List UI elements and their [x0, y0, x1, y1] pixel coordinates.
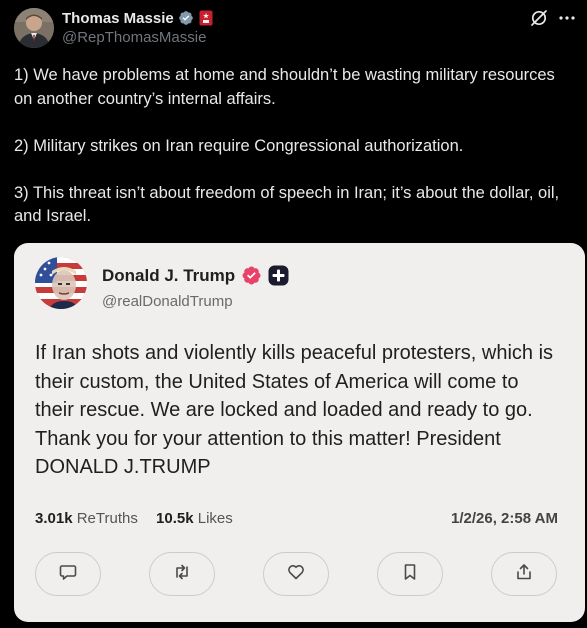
quoted-author-name[interactable]: Donald J. Trump: [102, 266, 235, 286]
retruth-button[interactable]: [149, 552, 215, 596]
retruths-stat[interactable]: 3.01k ReTruths: [35, 510, 138, 527]
quoted-author-handle[interactable]: @realDonaldTrump: [102, 293, 233, 310]
author-name-row: Thomas Massie: [62, 8, 213, 28]
tweet-text: 1) We have problems at home and shouldn’…: [14, 64, 574, 252]
truth-verified-badge-icon: [241, 265, 262, 286]
share-icon: [514, 562, 534, 587]
reply-button[interactable]: [35, 552, 101, 596]
retruth-icon: [172, 562, 192, 587]
author-name[interactable]: Thomas Massie: [62, 10, 174, 27]
quoted-name-row: Donald J. Trump: [102, 265, 289, 286]
retruths-label: ReTruths: [76, 510, 138, 527]
top-icons: [521, 8, 577, 28]
reply-icon: [58, 562, 78, 587]
verified-badge-icon: [178, 10, 194, 26]
author-avatar[interactable]: [14, 8, 54, 48]
likes-count: 10.5k: [156, 510, 194, 527]
quoted-date[interactable]: 1/2/26, 2:58 AM: [451, 510, 558, 527]
quoted-stats: 3.01k ReTruths 10.5k Likes: [35, 510, 247, 527]
like-button[interactable]: [263, 552, 329, 596]
share-button[interactable]: [491, 552, 557, 596]
grok-icon[interactable]: [529, 8, 549, 28]
quoted-author-avatar[interactable]: [35, 257, 87, 309]
retruths-count: 3.01k: [35, 510, 73, 527]
tweet-paragraph: 2) Military strikes on Iran require Cong…: [14, 136, 464, 155]
quoted-post-card[interactable]: Donald J. Trump @realDonaldTrump If Iran…: [14, 243, 585, 622]
likes-label: Likes: [197, 510, 233, 527]
truth-plus-badge-icon: [268, 265, 289, 286]
tweet-paragraph: 1) We have problems at home and shouldn’…: [14, 66, 555, 108]
quoted-actions: [35, 552, 580, 596]
like-icon: [286, 562, 306, 587]
government-badge-icon: [199, 10, 213, 26]
likes-stat[interactable]: 10.5k Likes: [156, 510, 233, 527]
more-icon[interactable]: [557, 8, 577, 28]
bookmark-icon: [400, 562, 420, 587]
quoted-post-text: If Iran shots and violently kills peacef…: [35, 342, 554, 478]
bookmark-button[interactable]: [377, 552, 443, 596]
tweet-paragraph: 3) This threat isn’t about freedom of sp…: [14, 183, 560, 226]
tweet: Thomas Massie @RepThomasMassie 1) We hav…: [0, 0, 587, 628]
author-handle[interactable]: @RepThomasMassie: [62, 29, 206, 46]
